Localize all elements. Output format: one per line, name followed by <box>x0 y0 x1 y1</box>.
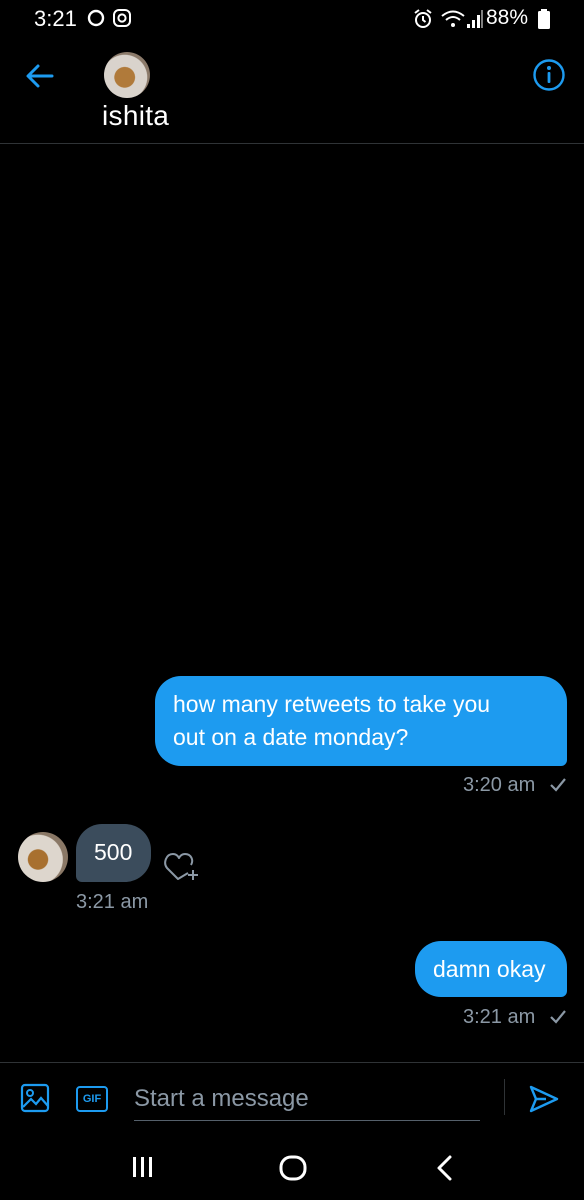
wifi-icon <box>441 10 465 27</box>
contact-avatar[interactable] <box>104 52 150 98</box>
message-timestamp: 3:20 am <box>463 774 536 796</box>
message-timestamp: 3:21 am <box>463 1006 536 1028</box>
signal-icon <box>467 10 483 28</box>
back-arrow-icon[interactable] <box>22 58 58 94</box>
status-bar: 3:21 88% <box>0 0 584 38</box>
outgoing-message-bubble[interactable]: how many retweets to take you out on a d… <box>155 676 567 766</box>
recent-apps-icon[interactable] <box>130 1154 156 1180</box>
battery-percent: 88% <box>486 6 529 29</box>
message-timestamp: 3:21 am <box>76 891 149 913</box>
conversation-header: ishita <box>0 40 584 144</box>
incoming-message-bubble[interactable]: 500 <box>76 824 151 882</box>
outgoing-message-bubble[interactable]: damn okay <box>415 941 567 997</box>
gif-label: GIF <box>82 1093 102 1105</box>
gif-icon[interactable]: GIF <box>76 1086 108 1112</box>
message-input[interactable] <box>134 1077 480 1121</box>
message-text: 500 <box>94 839 133 865</box>
send-icon[interactable] <box>528 1083 560 1115</box>
instagram-icon <box>113 9 131 27</box>
message-composer: GIF <box>0 1062 584 1132</box>
contact-name[interactable]: ishita <box>102 100 169 132</box>
message-text: damn okay <box>433 956 546 982</box>
read-check-icon <box>550 1010 566 1024</box>
battery-icon <box>538 9 550 29</box>
sync-icon <box>87 9 105 27</box>
info-icon[interactable] <box>532 58 566 92</box>
composer-divider <box>504 1079 505 1115</box>
image-icon[interactable] <box>20 1083 50 1113</box>
read-check-icon <box>550 778 566 792</box>
back-icon[interactable] <box>434 1154 456 1182</box>
alarm-icon <box>414 9 432 28</box>
sender-avatar[interactable] <box>18 832 68 882</box>
message-text-line: out on a date monday? <box>173 724 409 750</box>
message-text-line: how many retweets to take you <box>173 691 491 717</box>
status-time: 3:21 <box>34 6 77 31</box>
home-icon[interactable] <box>278 1154 308 1182</box>
react-heart-icon[interactable] <box>164 848 200 882</box>
system-nav-bar <box>0 1134 584 1200</box>
